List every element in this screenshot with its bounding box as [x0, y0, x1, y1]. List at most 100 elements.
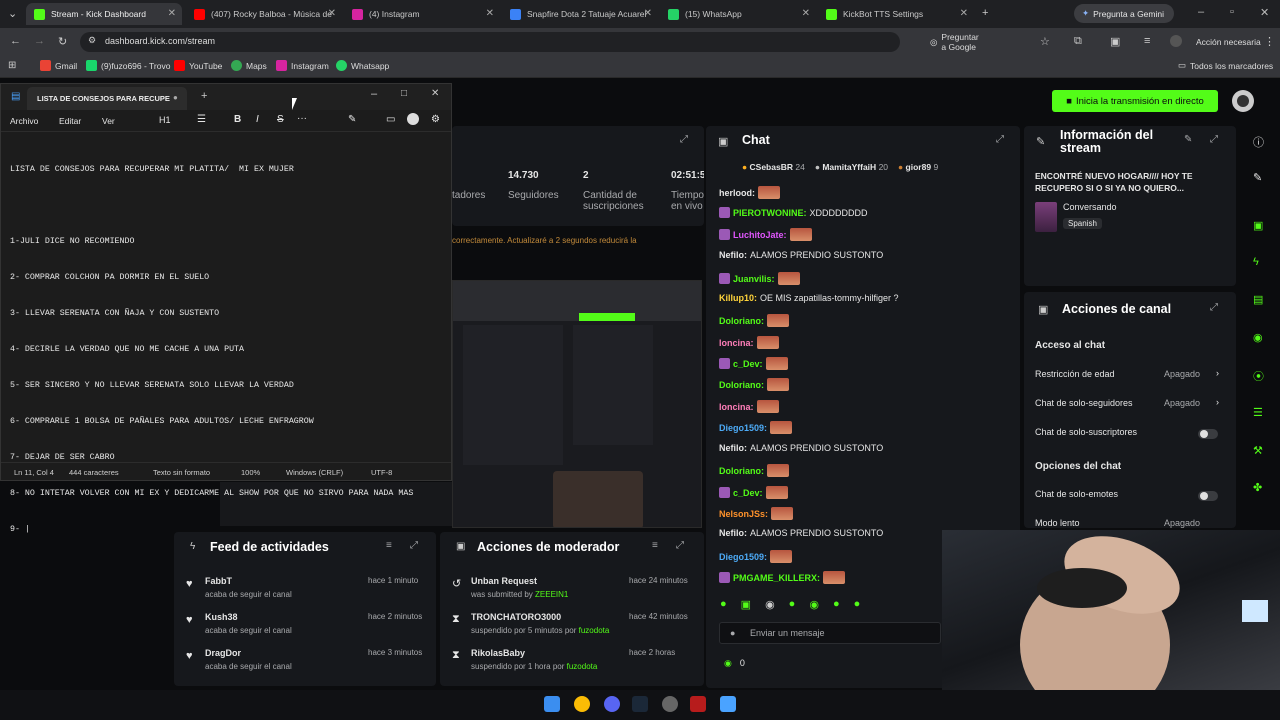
mod-actor[interactable]: fuzodota: [579, 626, 610, 635]
chevron-right-icon[interactable]: ›: [1216, 397, 1219, 407]
strikethrough-icon[interactable]: S: [277, 114, 284, 125]
emote-icon[interactable]: ●: [833, 598, 840, 612]
bookmark-whatsapp[interactable]: Whatsapp: [336, 60, 389, 71]
tab-snapfire[interactable]: Snapfire Dota 2 Tatuaje Acuarel ✕: [502, 3, 658, 25]
close-tab-icon[interactable]: ✕: [328, 8, 336, 19]
bookmark-star-icon[interactable]: ☆: [1040, 35, 1050, 48]
close-tab-icon[interactable]: ✕: [644, 8, 652, 19]
tab-instagram[interactable]: (4) Instagram ✕: [344, 3, 500, 25]
tab-search-icon[interactable]: ⌄: [8, 7, 17, 20]
notepad-close-icon[interactable]: ✕: [431, 88, 439, 99]
rail-chat-icon[interactable]: ◉: [1253, 331, 1263, 344]
notepad-minimize-icon[interactable]: –: [371, 88, 377, 100]
chat-username[interactable]: Nefilo:: [719, 443, 747, 453]
edit-icon[interactable]: ✎: [1253, 171, 1262, 184]
mod-popout-icon[interactable]: ⤢: [676, 540, 684, 551]
chevron-right-icon[interactable]: ›: [1216, 368, 1219, 378]
address-bar[interactable]: ⚙ dashboard.kick.com/stream ◎ Preguntar …: [80, 32, 979, 52]
chat-username[interactable]: c_Dev:: [733, 488, 763, 498]
encoding[interactable]: UTF-8: [371, 468, 392, 477]
bookmark-youtube[interactable]: YouTube: [174, 60, 222, 71]
bookmark-instagram[interactable]: Instagram: [276, 60, 329, 71]
action-needed-label[interactable]: Acción necesaria: [1196, 37, 1261, 47]
account-icon[interactable]: [407, 113, 419, 125]
expand-icon[interactable]: ⤢: [680, 134, 688, 145]
forward-icon[interactable]: →: [34, 35, 45, 47]
bookmark-gmail[interactable]: Gmail: [40, 60, 77, 71]
start-icon[interactable]: [544, 696, 560, 712]
chat-popout-icon[interactable]: ⤢: [996, 134, 1004, 145]
user-avatar[interactable]: [1232, 90, 1254, 112]
menu-editar[interactable]: Editar: [59, 116, 81, 126]
chat-username[interactable]: Diego1509:: [719, 423, 767, 433]
image-icon[interactable]: ▭: [386, 114, 395, 125]
rail-camera-icon[interactable]: ▣: [1253, 219, 1263, 232]
points-counter[interactable]: ◉ 0: [724, 658, 745, 669]
gemini-button[interactable]: ✦ Pregunta a Gemini: [1074, 4, 1174, 23]
chat-username[interactable]: LuchitoJate:: [733, 230, 787, 240]
maximize-window-icon[interactable]: ▫: [1230, 6, 1234, 18]
screenshot-icon[interactable]: ▣: [1110, 35, 1120, 48]
filter-icon[interactable]: ≡: [386, 540, 392, 551]
menu-archivo[interactable]: Archivo: [10, 116, 38, 126]
emote-icon[interactable]: ◉: [765, 598, 775, 612]
chat-username[interactable]: Killup10:: [719, 293, 757, 303]
app-icon[interactable]: [690, 696, 706, 712]
close-tab-icon[interactable]: ✕: [168, 8, 176, 19]
tab-whatsapp[interactable]: (15) WhatsApp ✕: [660, 3, 816, 25]
info-popout-icon[interactable]: ⤢: [1210, 134, 1218, 145]
rail-file-icon[interactable]: ▤: [1253, 293, 1263, 306]
back-icon[interactable]: ←: [10, 35, 21, 47]
emote-icon[interactable]: ▣: [741, 598, 751, 612]
steam-icon[interactable]: [632, 696, 648, 712]
notepad-settings-icon[interactable]: ⚙: [431, 114, 440, 125]
chat-input[interactable]: ● Enviar un mensaje: [719, 622, 941, 644]
emote-only-toggle[interactable]: [1198, 491, 1218, 501]
rail-puzzle-icon[interactable]: ✤: [1253, 481, 1262, 494]
chat-username[interactable]: PMGAME_KILLERX:: [733, 573, 820, 583]
bookmark-trovo[interactable]: (9)fuzo696 - Trovo: [86, 60, 170, 71]
profile-avatar[interactable]: [1170, 35, 1182, 47]
tab-kick-dashboard[interactable]: Stream - Kick Dashboard ✕: [26, 3, 182, 25]
copilot-icon[interactable]: ✎: [348, 114, 356, 125]
new-tab-icon[interactable]: +: [982, 7, 988, 19]
rail-broadcast-icon[interactable]: ⦿: [1253, 368, 1264, 384]
chat-username[interactable]: Nefilo:: [719, 528, 747, 538]
feed-popout-icon[interactable]: ⤢: [410, 540, 418, 551]
mod-filter-icon[interactable]: ≡: [652, 540, 658, 551]
rail-bolt-icon[interactable]: ϟ: [1253, 256, 1259, 268]
notepad-new-tab-icon[interactable]: +: [201, 90, 207, 102]
tab-kickbot[interactable]: KickBot TTS Settings ✕: [818, 3, 974, 25]
discord-icon[interactable]: [604, 696, 620, 712]
emote-icon[interactable]: ◉: [809, 598, 819, 612]
chat-username[interactable]: Doloriano:: [719, 466, 764, 476]
chat-username[interactable]: c_Dev:: [733, 359, 763, 369]
line-ending[interactable]: Windows (CRLF): [286, 468, 343, 477]
tab-youtube[interactable]: (407) Rocky Balboa - Música de ✕: [186, 3, 342, 25]
heading-dropdown[interactable]: H1: [159, 115, 171, 125]
rail-tools-icon[interactable]: ⚒: [1253, 444, 1263, 457]
extensions-icon[interactable]: ⧉: [1074, 35, 1082, 48]
channel-popout-icon[interactable]: ⤢: [1210, 302, 1218, 313]
site-info-icon[interactable]: ⚙: [88, 35, 96, 46]
emote-icon[interactable]: ●: [854, 598, 861, 612]
italic-icon[interactable]: I: [256, 114, 259, 125]
list-icon[interactable]: ☰: [197, 114, 206, 125]
rail-list-icon[interactable]: ☰: [1253, 406, 1263, 419]
reload-icon[interactable]: ↻: [58, 35, 67, 48]
browser-menu-icon[interactable]: ⋮: [1264, 35, 1275, 48]
emote-icon[interactable]: ●: [720, 598, 727, 612]
zoom-level[interactable]: 100%: [241, 468, 260, 477]
notepad-text-area[interactable]: LISTA DE CONSEJOS PARA RECUPERAR MI PLAT…: [10, 140, 448, 560]
unsaved-dot-icon[interactable]: ●: [173, 93, 178, 102]
slow-mode-value[interactable]: Apagado: [1164, 518, 1200, 528]
all-bookmarks[interactable]: ▭ Todos los marcadores: [1178, 60, 1273, 71]
media-icon[interactable]: ≡: [1144, 35, 1150, 47]
bookmark-maps[interactable]: Maps: [231, 60, 267, 71]
settings-icon[interactable]: [662, 696, 678, 712]
notepad-maximize-icon[interactable]: □: [401, 88, 407, 99]
more-icon[interactable]: ···: [297, 113, 307, 124]
apps-grid-icon[interactable]: ⊞: [8, 60, 16, 71]
bold-icon[interactable]: B: [234, 114, 241, 125]
close-tab-icon[interactable]: ✕: [960, 8, 968, 19]
